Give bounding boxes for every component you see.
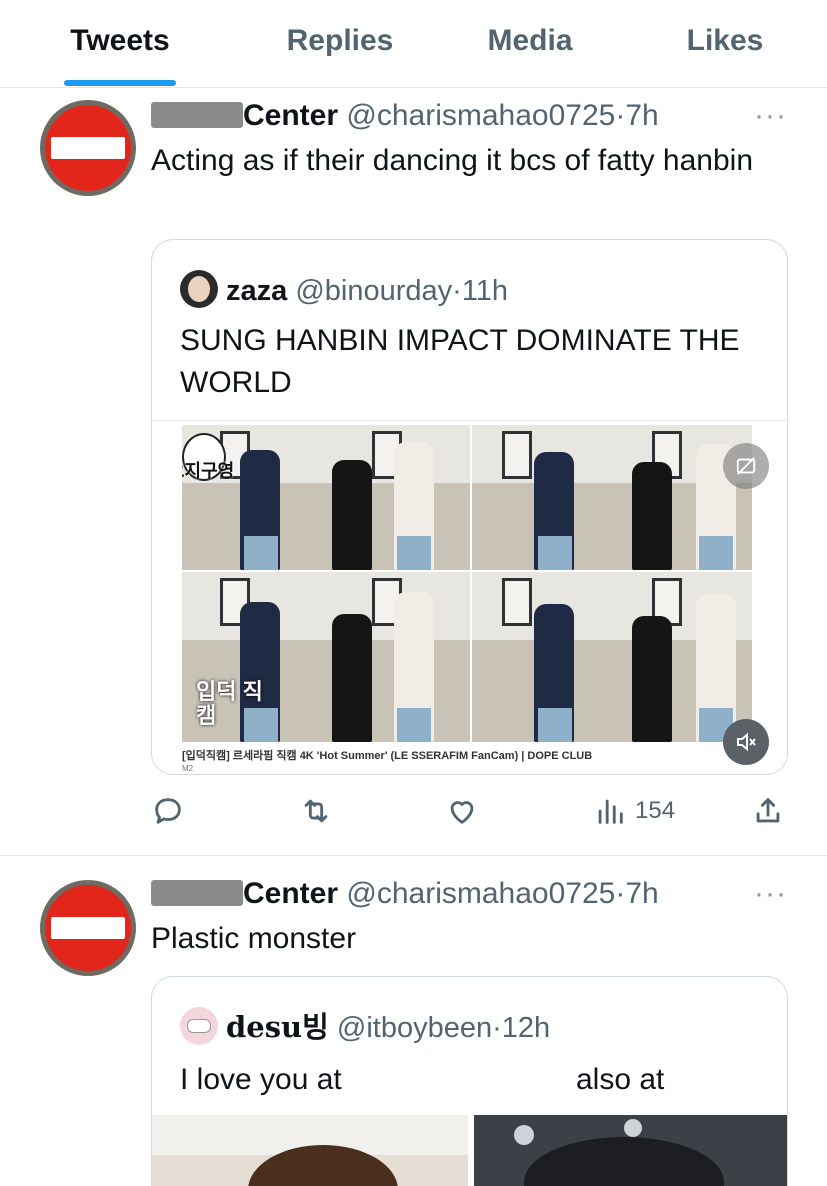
tab-likes[interactable]: Likes [675, 24, 775, 58]
quote-user-handle[interactable]: @binourday [295, 275, 452, 307]
tweet-time[interactable]: 7h [625, 99, 658, 132]
quote-text-left: I love you at [180, 1063, 342, 1096]
redaction [151, 102, 243, 128]
quote-user-handle[interactable]: @itboybeen [337, 1012, 492, 1044]
display-name[interactable]: Center [243, 877, 338, 910]
more-icon[interactable]: ··· [754, 101, 787, 131]
tweet-time[interactable]: 7h [625, 877, 658, 910]
avatar[interactable] [40, 100, 136, 196]
video-watermark: 입덕 직캠 [196, 679, 263, 728]
video-caption: [입덕직캠] 르세라핌 직캠 4K 'Hot Summer' (LE SSERA… [182, 750, 593, 762]
video-frame [472, 572, 752, 742]
views-icon [598, 799, 623, 824]
quote-header: desu빙 @itboybeen·12h [180, 1007, 550, 1046]
tab-replies[interactable]: Replies [270, 24, 410, 58]
video-channel: M2 [182, 764, 194, 773]
profile-tabs: Tweets Replies Media Likes [0, 0, 827, 88]
more-icon[interactable]: ··· [754, 879, 787, 909]
video-frame [472, 425, 752, 570]
views-button[interactable]: 154 [593, 794, 675, 828]
tweet-text: Acting as if their dancing it bcs of fat… [151, 144, 754, 177]
like-icon [450, 801, 474, 824]
reply-icon [155, 798, 181, 824]
video-player[interactable]: 오지구영 입덕 직캠 [152, 420, 787, 774]
tab-tweets[interactable]: Tweets [64, 24, 176, 58]
quote-photo[interactable] [474, 1115, 787, 1186]
video-frame: 오지구영 [182, 425, 470, 570]
quote-time[interactable]: 11h [462, 275, 508, 307]
quoted-tweet[interactable]: zaza @binourday·11h SUNG HANBIN IMPACT D… [151, 239, 788, 775]
like-button[interactable] [445, 794, 479, 828]
retweet-button[interactable] [299, 794, 333, 828]
tweet[interactable]: Center @charismahao0725·7h ··· Plastic m… [0, 856, 827, 1186]
views-count: 154 [635, 797, 676, 824]
retweet-icon [304, 799, 328, 823]
quote-display-name[interactable]: desu빙 [226, 1010, 329, 1044]
reply-button[interactable] [151, 794, 185, 828]
quote-display-name[interactable]: zaza [226, 275, 287, 307]
tweet-header: Center @charismahao0725·7h [151, 98, 659, 134]
captions-off-icon[interactable] [723, 443, 769, 489]
tweet-actions: 154 [151, 794, 791, 834]
quote-text-right: also at [576, 1063, 665, 1096]
quote-avatar[interactable] [180, 1007, 218, 1045]
mute-icon[interactable] [723, 719, 769, 765]
share-icon [756, 798, 780, 823]
tweet[interactable]: Center @charismahao0725·7h ··· Acting as… [0, 88, 827, 855]
quote-avatar[interactable] [180, 270, 218, 308]
quote-header: zaza @binourday·11h [180, 270, 508, 309]
user-handle[interactable]: @charismahao0725 [346, 877, 615, 910]
quote-time[interactable]: 12h [502, 1012, 550, 1044]
redaction [151, 880, 243, 906]
share-button[interactable] [751, 794, 785, 828]
video-frame: 입덕 직캠 [182, 572, 470, 742]
tweet-text: Plastic monster [151, 922, 357, 955]
active-tab-indicator [64, 80, 176, 86]
user-handle[interactable]: @charismahao0725 [346, 99, 615, 132]
quote-photo[interactable] [152, 1115, 468, 1186]
quoted-tweet[interactable]: desu빙 @itboybeen·12h I love you at also … [151, 976, 788, 1186]
channel-logo-text: 오지구영 [182, 461, 235, 481]
quote-text: SUNG HANBIN IMPACT DOMINATE THE WORLD [180, 324, 740, 399]
display-name[interactable]: Center [243, 99, 338, 132]
tab-media[interactable]: Media [470, 24, 590, 58]
tweet-header: Center @charismahao0725·7h [151, 876, 659, 912]
avatar[interactable] [40, 880, 136, 976]
